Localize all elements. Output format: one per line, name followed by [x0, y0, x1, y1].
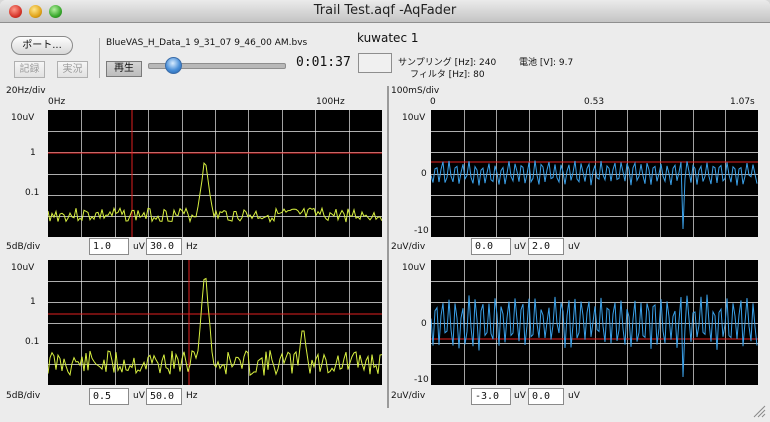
freq-top-frequency-input[interactable]: 30.0 [146, 238, 182, 255]
freq-bottom-frequency-input[interactable]: 50.0 [146, 388, 182, 405]
battery-voltage: 電池 [V]: 9.7 [519, 58, 574, 68]
status-indicator [358, 53, 392, 73]
time-top-offset-input[interactable]: 0.0 [471, 238, 511, 255]
time-bottom-y-mid: 0 [421, 319, 427, 329]
port-button[interactable]: ポート... [11, 36, 73, 55]
record-button[interactable]: 記録 [14, 61, 45, 78]
time-top-y-low: -10 [414, 226, 429, 236]
playback-slider-knob[interactable] [165, 57, 183, 74]
toolbar-separator [99, 38, 100, 78]
freq-top-unit-b: Hz [186, 242, 198, 252]
time-bottom-scale-input[interactable]: 0.0 [528, 388, 564, 405]
title-bar: Trail Test.aqf -AqFader [0, 0, 770, 23]
freq-bottom-y-mid: 1 [30, 297, 36, 307]
freq-top-unit-a: uV [133, 242, 145, 252]
time-top-y-top: 10uV [402, 113, 426, 123]
time-top-y-mid: 0 [421, 169, 427, 179]
live-button[interactable]: 実況 [57, 61, 88, 78]
spectrum-plot-top-bg [48, 110, 382, 237]
time-top-unit-b: uV [568, 242, 580, 252]
freq-bottom-unit-b: Hz [186, 391, 198, 401]
freq-top-level-input[interactable]: 1.0 [89, 238, 129, 255]
freq-bottom-level-input[interactable]: 0.5 [89, 388, 129, 405]
freq-top-y-low: 0.1 [25, 188, 40, 198]
panel-splitter[interactable] [387, 86, 389, 408]
play-button[interactable]: 再生 [106, 61, 142, 77]
elapsed-time: 0:01:37 [296, 55, 351, 70]
window-title: Trail Test.aqf -AqFader [313, 3, 457, 18]
file-name: BlueVAS_H_Data_1 9_31_07 9_46_00 AM.bvs [106, 38, 308, 48]
freq-bottom-unit-a: uV [133, 391, 145, 401]
time-x-start: 0 [430, 97, 436, 107]
waveform-plot-bottom[interactable] [431, 260, 758, 385]
time-scale-label: 100mS/div [391, 86, 440, 96]
time-bottom-unit-a: uV [514, 391, 526, 401]
time-bottom-y-top: 10uV [402, 263, 426, 273]
freq-top-y-mid: 1 [30, 148, 36, 158]
time-top-unit-a: uV [514, 242, 526, 252]
freq-bottom-y-low: 0.1 [25, 337, 40, 347]
time-bottom-offset-input[interactable]: -3.0 [471, 388, 511, 405]
resize-grip-icon[interactable] [752, 404, 766, 418]
time-x-end: 1.07s [730, 97, 755, 107]
time-bottom-div-label: 2uV/div [391, 391, 426, 401]
freq-top-y-top: 10uV [11, 113, 35, 123]
freq-bottom-y-top: 10uV [11, 263, 35, 273]
freq-scale-label: 20Hz/div [6, 86, 46, 96]
time-bottom-unit-b: uV [568, 391, 580, 401]
time-bottom-y-low: -10 [414, 375, 429, 385]
time-x-mid: 0.53 [584, 97, 605, 107]
spectrum-plot-bottom[interactable] [48, 260, 382, 385]
app-window: Trail Test.aqf -AqFader ポート... 記録 実況 Blu… [0, 0, 770, 422]
device-name: kuwatec 1 [357, 31, 419, 45]
freq-top-db-label: 5dB/div [6, 242, 41, 252]
freq-bottom-db-label: 5dB/div [6, 391, 41, 401]
freq-x-end: 100Hz [316, 97, 345, 107]
time-top-div-label: 2uV/div [391, 242, 426, 252]
freq-x-start: 0Hz [48, 97, 66, 107]
time-top-scale-input[interactable]: 2.0 [528, 238, 564, 255]
filter-rate: フィルタ [Hz]: 80 [410, 70, 485, 80]
waveform-plot-top[interactable] [431, 110, 758, 237]
spectrum-plot-top[interactable] [48, 110, 382, 237]
